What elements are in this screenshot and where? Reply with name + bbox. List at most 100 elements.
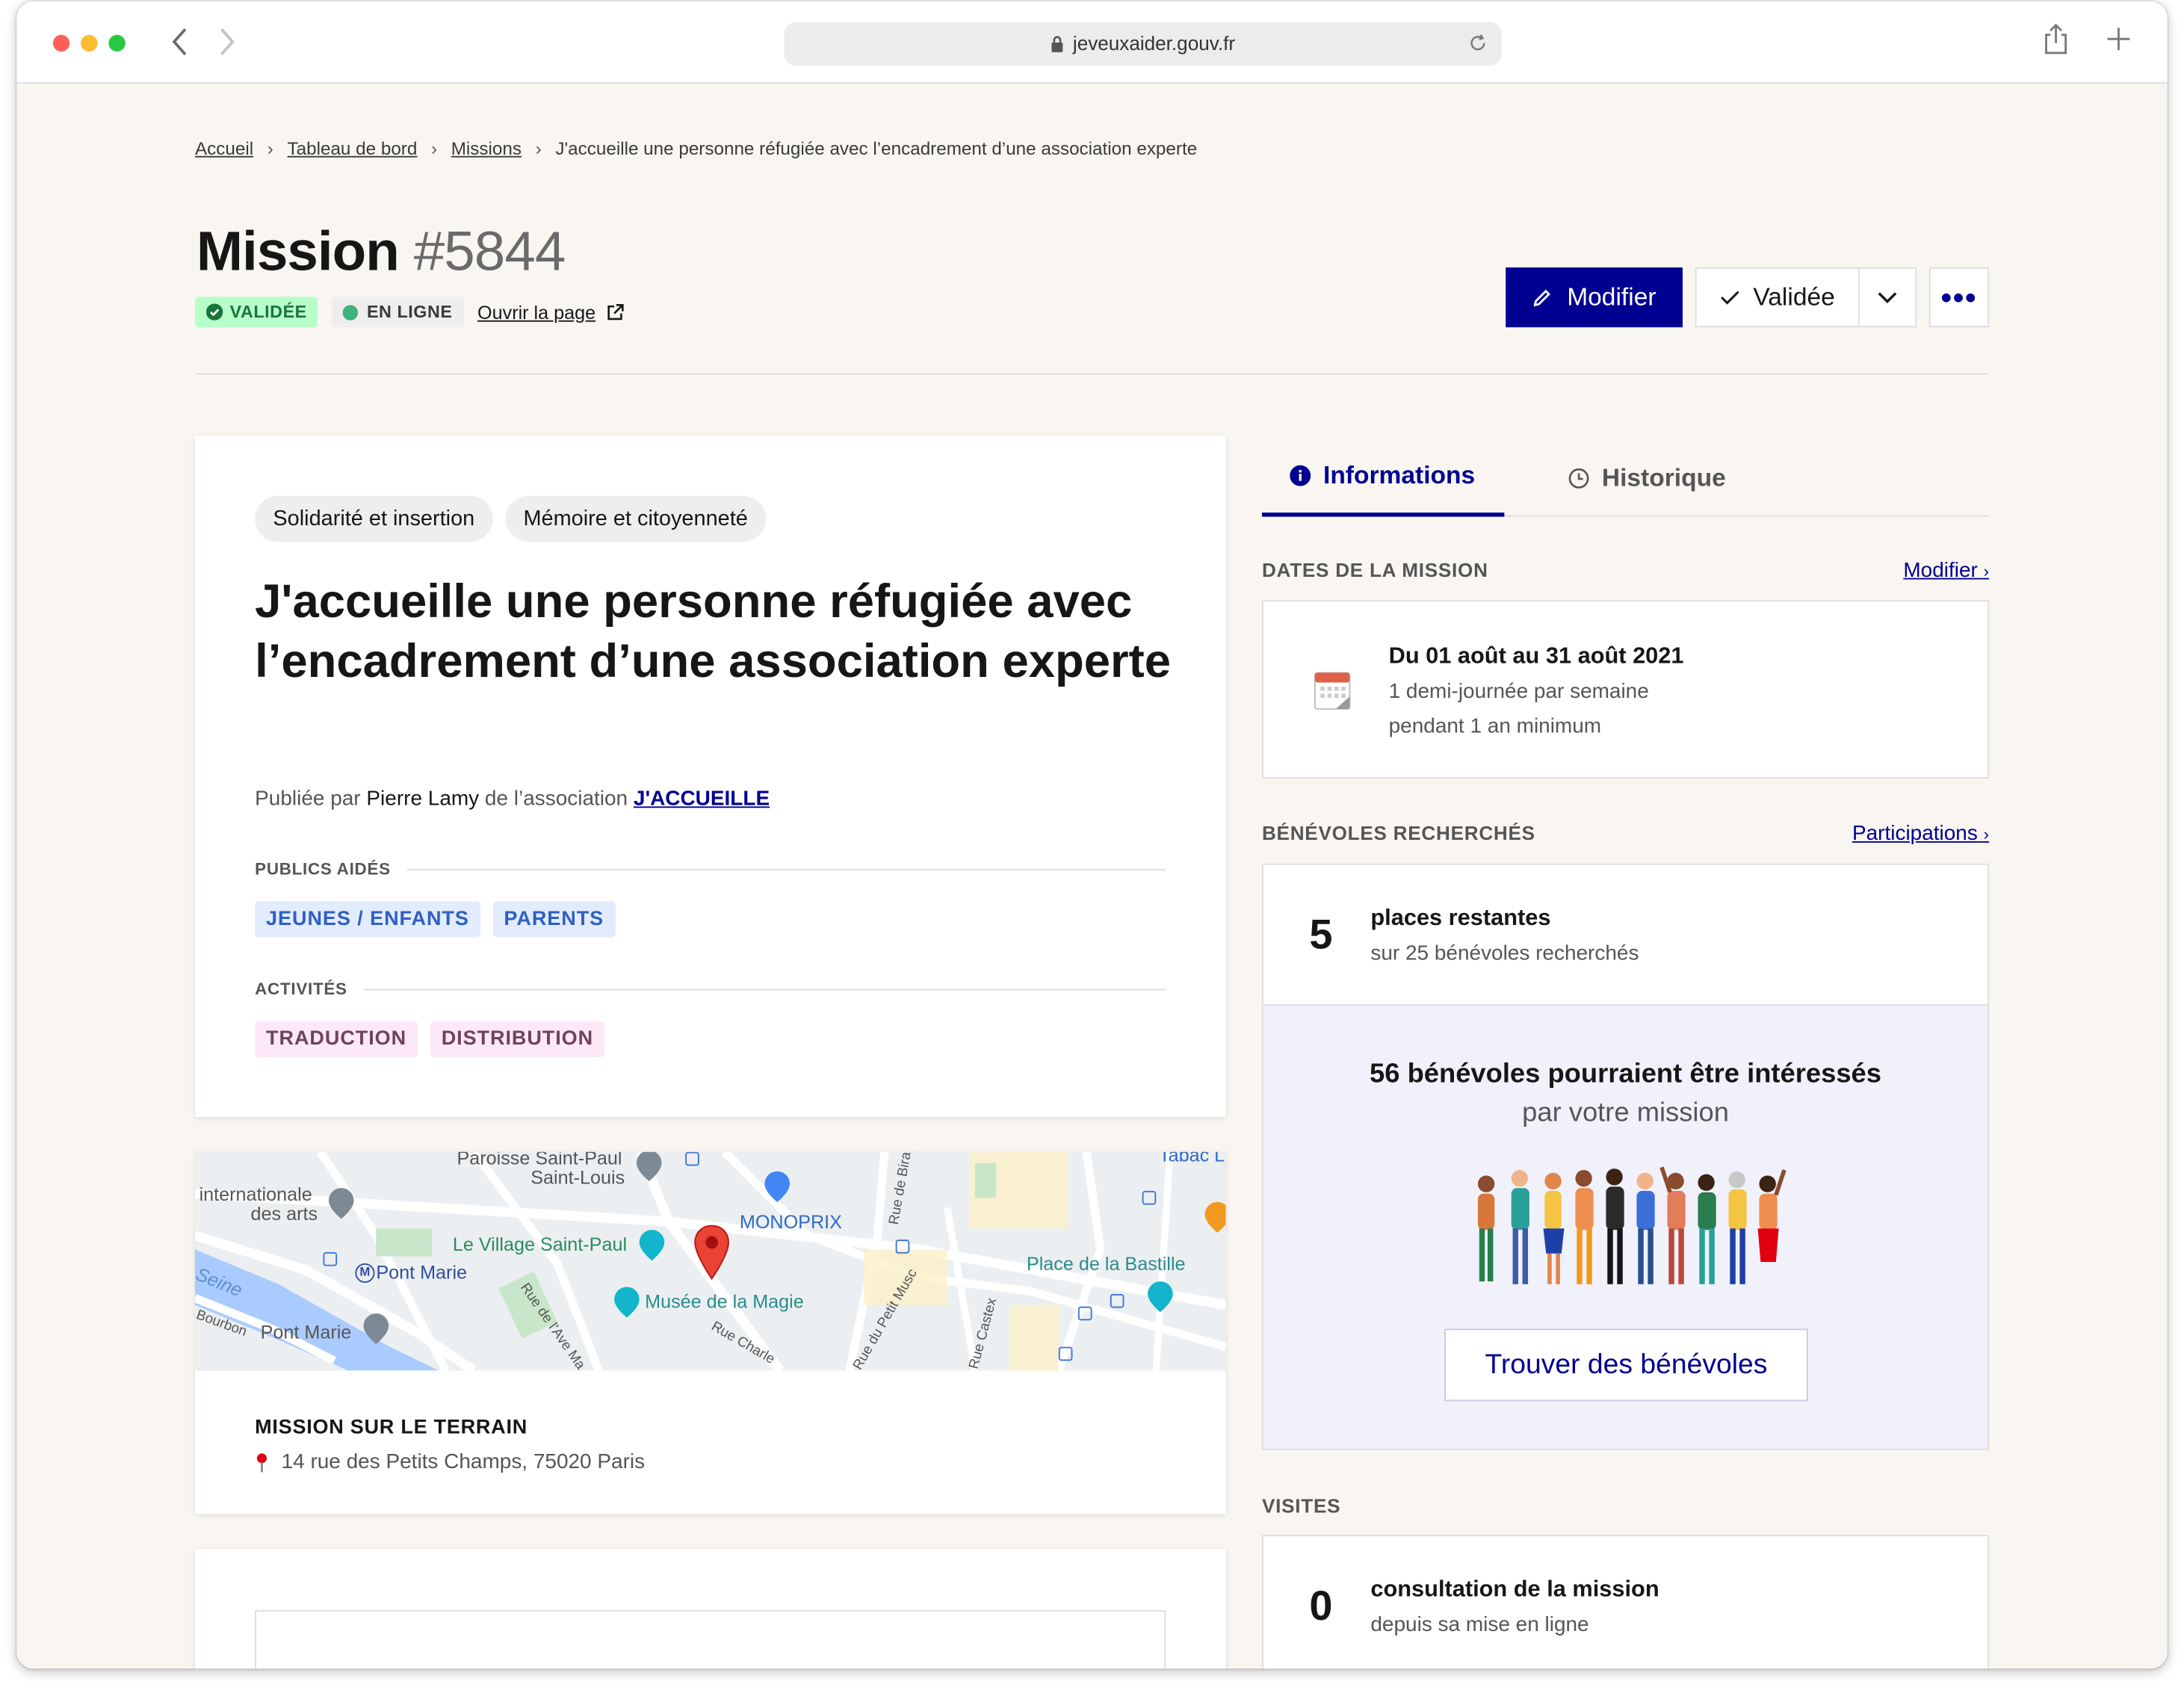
find-volunteers-button[interactable]: Trouver des bénévoles — [1444, 1328, 1808, 1402]
dates-frequency-1: 1 demi-journée par semaine — [1388, 679, 1649, 704]
publics-section-title: PUBLICS AIDÉS — [255, 859, 1166, 879]
participations-label: Participations — [1852, 821, 1978, 846]
edit-mission-button[interactable]: Modifier — [1506, 267, 1683, 328]
status-badge: VALIDÉE — [194, 297, 318, 328]
places-count: 5 — [1309, 912, 1333, 959]
shopping-poi-icon — [764, 1171, 791, 1202]
page-content: Accueil › Tableau de bord › Missions › J'accue… — [16, 85, 2167, 1669]
status-badges: VALIDÉE EN LIGNE Ouvrir la page — [194, 297, 623, 328]
dates-range: Du 01 août au 31 août 2021 — [1388, 643, 1684, 669]
museum-poi-icon — [614, 1287, 640, 1318]
minimize-window-button[interactable] — [81, 34, 98, 52]
breadcrumb-home-link[interactable]: Accueil — [195, 138, 253, 159]
map-label: Musée de la Magie — [645, 1291, 804, 1313]
bus-stop-icon — [1142, 1190, 1157, 1205]
open-page-label: Ouvrir la page — [477, 301, 596, 323]
clock-icon — [1568, 467, 1589, 488]
breadcrumb: Accueil › Tableau de bord › Missions › J'accue… — [195, 138, 1197, 159]
page-title: Mission #5844 — [197, 221, 566, 284]
chevron-right-icon: › — [535, 137, 542, 159]
recommendation-title: 56 bénévoles pourraient être intéressés — [1370, 1058, 1881, 1089]
volunteers-label: BÉNÉVOLES RECHERCHÉS — [1261, 821, 1535, 844]
visits-subtitle: depuis sa mise en ligne — [1370, 1612, 1589, 1637]
leisure-poi-icon — [639, 1230, 665, 1261]
participations-link[interactable]: Participations › — [1852, 822, 1989, 846]
page-title-text: Mission — [196, 221, 400, 283]
public-chip: PARENTS — [492, 901, 616, 938]
recommendation-subtitle: par votre mission — [1522, 1097, 1729, 1129]
new-tab-icon[interactable] — [2106, 24, 2132, 60]
metro-icon: M — [355, 1263, 375, 1283]
breadcrumb-missions-link[interactable]: Missions — [451, 138, 522, 159]
association-prefix: de l’association — [484, 787, 628, 811]
map[interactable]: Paroisse Saint-Paul Saint-Louis internat… — [194, 1151, 1226, 1371]
public-chip: JEUNES / ENFANTS — [255, 901, 480, 938]
more-options-button[interactable]: ••• — [1928, 267, 1990, 328]
visits-count: 0 — [1309, 1583, 1333, 1630]
tab-informations[interactable]: Informations — [1261, 439, 1505, 517]
browser-window: jeveuxaider.gouv.fr Accueil › Tableau de b… — [16, 1, 2168, 1669]
extra-card — [194, 1548, 1226, 1669]
visits-box: 0 consultation de la mission depuis sa m… — [1261, 1535, 1990, 1669]
volunteers-illustration-icon — [1477, 1166, 1787, 1284]
reload-icon[interactable] — [1468, 22, 1488, 66]
restaurant-poi-icon — [1204, 1201, 1226, 1233]
address-bar[interactable]: jeveuxaider.gouv.fr — [784, 22, 1502, 66]
activity-chip: TRADUCTION — [255, 1021, 418, 1057]
check-circle-icon — [205, 303, 223, 321]
visits-title: consultation de la mission — [1370, 1576, 1659, 1602]
edit-mission-label: Modifier — [1567, 282, 1656, 311]
sidebar-tabs: Informations Historique — [1261, 439, 1990, 517]
back-icon[interactable] — [170, 25, 189, 66]
map-label: Tabac L — [1159, 1151, 1225, 1166]
tab-informations-label: Informations — [1323, 461, 1476, 489]
forward-icon[interactable] — [217, 25, 237, 66]
close-window-button[interactable] — [52, 34, 70, 52]
bus-stop-icon — [1110, 1293, 1125, 1308]
breadcrumb-dashboard-link[interactable]: Tableau de bord — [288, 138, 418, 159]
map-label: MONOPRIX — [739, 1211, 842, 1233]
dates-edit-link[interactable]: Modifier › — [1903, 559, 1989, 583]
info-icon — [1290, 465, 1311, 486]
breadcrumb-current: J'accueille une personne réfugiée avec l… — [555, 137, 1198, 159]
location-label: MISSION SUR LE TERRAIN — [255, 1416, 528, 1439]
external-link-icon — [605, 303, 623, 321]
mission-title: J'accueille une personne réfugiée avec l… — [255, 575, 1171, 688]
chevron-down-icon[interactable] — [1860, 269, 1916, 326]
online-badge-label: EN LIGNE — [366, 302, 453, 322]
status-select[interactable]: Validée — [1695, 267, 1917, 328]
map-label: Pont Marie — [376, 1261, 468, 1283]
online-dot-icon — [343, 304, 359, 320]
chevron-right-icon: › — [430, 137, 438, 159]
pencil-icon — [1532, 288, 1552, 307]
status-badge-label: VALIDÉE — [229, 302, 307, 322]
dates-edit-label: Modifier — [1903, 558, 1978, 583]
maximize-window-button[interactable] — [108, 34, 126, 52]
tab-historique[interactable]: Historique — [1568, 439, 1726, 516]
publics-chips: JEUNES / ENFANTS PARENTS — [255, 901, 628, 938]
bus-stop-icon — [1058, 1346, 1073, 1361]
location-address: 14 rue des Petits Champs, 75020 Paris — [255, 1450, 645, 1473]
tab-historique-label: Historique — [1601, 462, 1726, 492]
status-select-label: Validée — [1753, 282, 1835, 311]
url-text: jeveuxaider.gouv.fr — [1072, 31, 1236, 55]
share-icon[interactable] — [2044, 23, 2069, 63]
chevron-right-icon: › — [1983, 561, 1990, 581]
visits-label: VISITES — [1261, 1494, 1341, 1517]
dates-section-header: DATES DE LA MISSION Modifier › — [1262, 559, 1989, 583]
bridge-poi-icon — [363, 1313, 389, 1344]
places-title: places restantes — [1370, 905, 1551, 931]
status-select-value[interactable]: Validée — [1697, 268, 1860, 327]
places-subtitle: sur 25 bénévoles recherchés — [1370, 941, 1639, 965]
open-page-link[interactable]: Ouvrir la page — [477, 302, 623, 323]
map-label: internationale — [199, 1183, 312, 1205]
dates-frequency-2: pendant 1 an minimum — [1388, 714, 1602, 739]
place-poi-icon — [1148, 1281, 1173, 1313]
check-icon — [1720, 290, 1739, 306]
volunteers-box: 5 places restantes sur 25 bénévoles rech… — [1261, 863, 1990, 1006]
visits-section-header: VISITES — [1262, 1494, 1989, 1517]
association-link[interactable]: J'ACCUEILLE — [634, 787, 770, 811]
chevron-right-icon: › — [267, 137, 273, 159]
map-label: Pont Marie — [260, 1322, 352, 1343]
calendar-icon — [1314, 672, 1351, 710]
